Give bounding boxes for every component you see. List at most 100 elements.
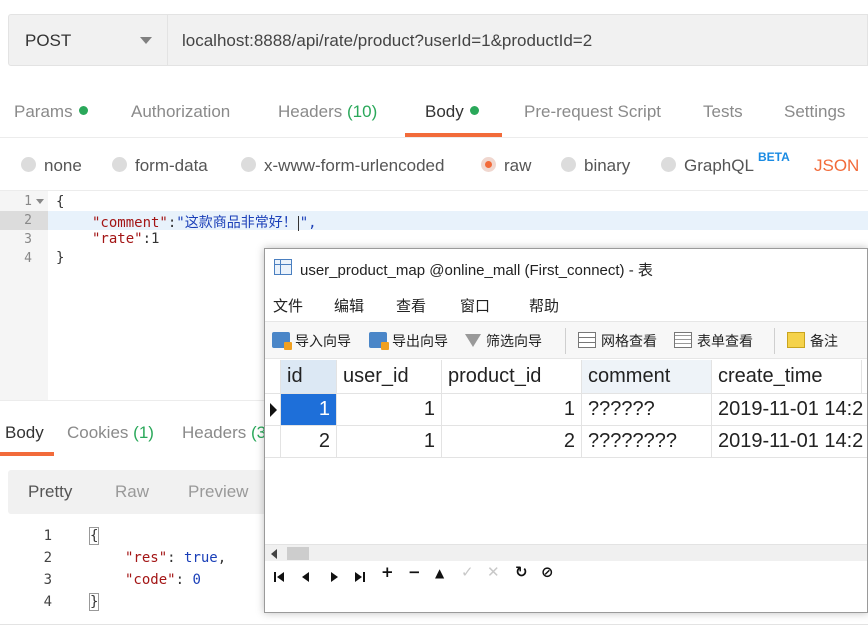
tab-settings[interactable]: Settings bbox=[784, 102, 845, 122]
line-number: 4 bbox=[43, 594, 52, 610]
line-number: 3 bbox=[43, 572, 52, 588]
record-navigation-bar: + − ▲ ✓ ✕ ↻ ⊘ bbox=[265, 562, 867, 592]
table-cell[interactable]: 1 bbox=[337, 426, 442, 458]
row-indicator[interactable] bbox=[265, 426, 281, 458]
text-cursor bbox=[297, 215, 299, 231]
headers-count: (10) bbox=[347, 102, 378, 121]
form-view-button[interactable]: 表单查看 bbox=[674, 331, 753, 351]
column-header-comment[interactable]: comment bbox=[582, 360, 712, 394]
json-key: "res" bbox=[125, 550, 168, 566]
menu-edit[interactable]: 编辑 bbox=[334, 295, 364, 316]
grid-view-button[interactable]: 网格查看 bbox=[578, 331, 657, 351]
column-header-user-id[interactable]: user_id bbox=[337, 360, 442, 394]
move-up-icon[interactable]: ▲ bbox=[435, 567, 444, 579]
form-icon bbox=[674, 332, 692, 349]
filter-label: 筛选向导 bbox=[486, 333, 542, 349]
menu-view[interactable]: 查看 bbox=[396, 295, 426, 316]
tab-headers[interactable]: Headers (10) bbox=[278, 102, 377, 122]
url-input[interactable]: localhost:8888/api/rate/product?userId=1… bbox=[168, 14, 868, 66]
fold-arrow-icon[interactable] bbox=[36, 199, 44, 204]
radio-circle-icon bbox=[561, 157, 576, 173]
method-dropdown[interactable]: POST bbox=[8, 14, 168, 66]
add-record-icon[interactable]: + bbox=[381, 565, 394, 580]
db-table-window[interactable]: user_product_map @online_mall (First_con… bbox=[264, 248, 868, 613]
radio-raw-label: raw bbox=[504, 156, 532, 175]
radio-graphql[interactable]: GraphQL bbox=[661, 156, 754, 176]
previous-record-icon[interactable] bbox=[298, 569, 314, 585]
column-header-id[interactable]: id bbox=[281, 360, 337, 394]
tab-pre-request-script[interactable]: Pre-request Script bbox=[524, 102, 661, 122]
table-cell[interactable]: 2 bbox=[281, 426, 337, 458]
discard-changes-icon: ✕ bbox=[487, 563, 500, 581]
tab-response-headers-label: Headers bbox=[182, 423, 247, 442]
view-raw-button[interactable]: Raw bbox=[115, 482, 149, 502]
last-record-icon[interactable] bbox=[352, 569, 368, 585]
row-indicator[interactable] bbox=[265, 394, 281, 426]
radio-raw[interactable]: raw bbox=[481, 156, 531, 176]
table-cell[interactable]: 2019-11-01 14:2 bbox=[712, 394, 867, 426]
radio-urlencoded-label: x-www-form-urlencoded bbox=[264, 156, 445, 175]
tab-response-headers[interactable]: Headers (3 bbox=[182, 423, 266, 443]
next-record-icon[interactable] bbox=[326, 569, 342, 585]
refresh-icon[interactable]: ↻ bbox=[515, 565, 528, 580]
horizontal-scrollbar[interactable] bbox=[265, 544, 867, 561]
scroll-left-icon[interactable] bbox=[271, 549, 277, 559]
line-number: 3 bbox=[24, 232, 32, 247]
table-cell[interactable]: 1 bbox=[442, 394, 582, 426]
json-string-end: ", bbox=[299, 215, 317, 231]
line-number: 4 bbox=[24, 251, 32, 266]
table-cell[interactable]: 2 bbox=[442, 426, 582, 458]
code-open-brace: { bbox=[56, 194, 65, 210]
json-key: "rate" bbox=[92, 231, 143, 247]
data-grid[interactable]: id user_id product_id comment create_tim… bbox=[265, 360, 867, 544]
radio-none[interactable]: none bbox=[21, 156, 82, 176]
radio-urlencoded[interactable]: x-www-form-urlencoded bbox=[241, 156, 444, 176]
radio-form-data[interactable]: form-data bbox=[112, 156, 208, 176]
json-number: 0 bbox=[192, 572, 201, 588]
json-key: "comment" bbox=[92, 215, 168, 231]
scroll-thumb[interactable] bbox=[287, 547, 309, 560]
menu-file[interactable]: 文件 bbox=[273, 295, 303, 316]
code-close-brace: } bbox=[56, 250, 65, 266]
view-pretty-button[interactable]: Pretty bbox=[28, 482, 72, 502]
tab-authorization[interactable]: Authorization bbox=[131, 102, 230, 122]
beta-badge: BETA bbox=[758, 150, 790, 164]
chevron-down-icon bbox=[140, 37, 152, 44]
body-type-radios: none form-data x-www-form-urlencoded raw… bbox=[0, 146, 868, 186]
tab-tests[interactable]: Tests bbox=[703, 102, 743, 122]
column-header-create-time[interactable]: create_time bbox=[712, 360, 862, 394]
tab-response-body[interactable]: Body bbox=[5, 423, 44, 443]
tab-cookies-label: Cookies bbox=[67, 423, 129, 442]
table-cell[interactable]: ?????? bbox=[582, 394, 712, 426]
tab-cookies[interactable]: Cookies (1) bbox=[67, 423, 154, 443]
filter-wizard-button[interactable]: 筛选向导 bbox=[465, 331, 542, 351]
table-cell[interactable]: ???????? bbox=[582, 426, 712, 458]
status-dot-icon bbox=[469, 106, 479, 116]
column-header-truncated[interactable]: u bbox=[862, 360, 867, 394]
import-wizard-button[interactable]: 导入向导 bbox=[272, 331, 351, 351]
request-tabs: Params Authorization Headers (10) Body P… bbox=[0, 92, 868, 138]
delete-record-icon[interactable]: − bbox=[408, 565, 421, 580]
first-record-icon[interactable] bbox=[272, 569, 288, 585]
code-line-res: "res": true, bbox=[125, 550, 226, 566]
window-title-bar[interactable]: user_product_map @online_mall (First_con… bbox=[265, 249, 867, 287]
radio-form-data-label: form-data bbox=[135, 156, 208, 175]
menu-window[interactable]: 窗口 bbox=[460, 295, 490, 316]
note-button[interactable]: 备注 bbox=[787, 331, 838, 351]
table-cell[interactable]: 2019-11-01 14:2 bbox=[712, 426, 867, 458]
export-wizard-button[interactable]: 导出向导 bbox=[369, 331, 448, 351]
code-line-comment: "comment":"这款商品非常好！ ", bbox=[92, 212, 317, 232]
table-cell[interactable]: 1 bbox=[281, 394, 337, 426]
column-header-product-id[interactable]: product_id bbox=[442, 360, 582, 394]
format-dropdown[interactable]: JSON bbox=[814, 156, 859, 176]
view-preview-button[interactable]: Preview bbox=[188, 482, 248, 502]
json-colon: : bbox=[142, 231, 152, 247]
tab-body[interactable]: Body bbox=[425, 102, 479, 122]
stop-icon[interactable]: ⊘ bbox=[541, 565, 554, 580]
divider bbox=[0, 624, 868, 625]
table-cell[interactable]: 1 bbox=[337, 394, 442, 426]
menu-help[interactable]: 帮助 bbox=[529, 295, 559, 316]
tab-params[interactable]: Params bbox=[14, 102, 88, 122]
radio-binary[interactable]: binary bbox=[561, 156, 630, 176]
code-open-brace: { bbox=[88, 527, 100, 545]
